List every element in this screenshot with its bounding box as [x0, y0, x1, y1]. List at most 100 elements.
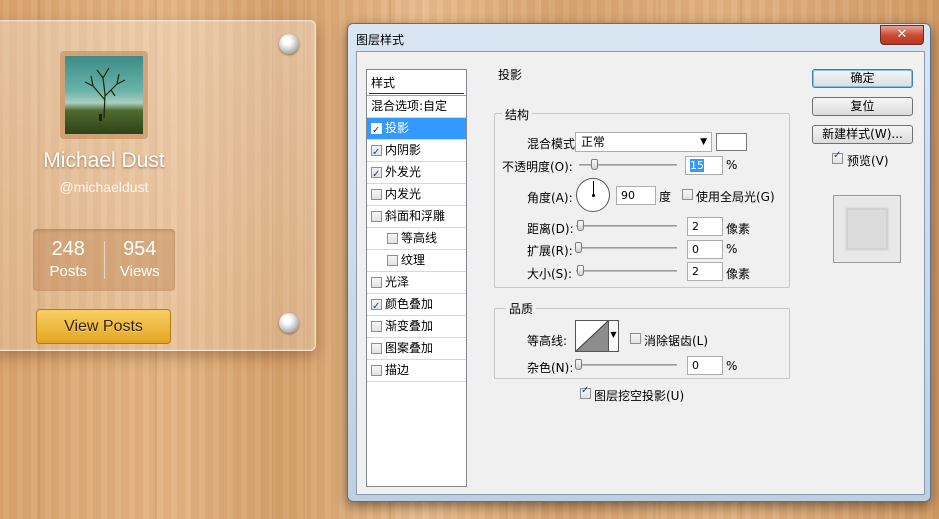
view-posts-button[interactable]: View Posts — [36, 309, 171, 344]
antialias-checkbox[interactable] — [630, 333, 641, 344]
style-item-checkbox[interactable] — [387, 255, 398, 266]
profile-handle: @michaeldust — [59, 179, 149, 195]
style-item-label: 描边 — [385, 363, 410, 377]
stats-box: 248 Posts 954 Views — [33, 229, 175, 291]
style-item-checkbox[interactable] — [371, 343, 382, 354]
size-slider-thumb[interactable] — [577, 265, 584, 276]
screw-icon — [279, 313, 299, 333]
posts-label: Posts — [49, 263, 87, 280]
noise-slider-thumb[interactable] — [575, 359, 582, 370]
angle-unit: 度 — [659, 190, 672, 204]
distance-label: 距离(D): — [527, 222, 574, 236]
tree-photo-image — [65, 56, 143, 134]
global-light-label: 使用全局光(G) — [696, 190, 775, 204]
style-item-6[interactable]: 纹理 — [367, 250, 466, 272]
noise-label: 杂色(N): — [527, 361, 574, 375]
stat-views: 954 Views — [105, 229, 176, 291]
style-item-checkbox[interactable] — [371, 164, 382, 185]
style-item-11[interactable]: 描边 — [367, 360, 466, 382]
spread-slider[interactable] — [575, 242, 677, 253]
opacity-unit: % — [726, 158, 738, 172]
antialias-label: 消除锯齿(L) — [644, 334, 709, 348]
size-slider[interactable] — [576, 265, 677, 276]
global-light-checkbox[interactable] — [682, 189, 693, 200]
style-item-3[interactable]: 内发光 — [367, 184, 466, 206]
distance-input[interactable]: 2 — [687, 217, 723, 236]
angle-dial[interactable] — [576, 178, 610, 212]
distance-slider[interactable] — [576, 220, 677, 231]
style-item-checkbox[interactable] — [371, 142, 382, 163]
contour-picker[interactable] — [575, 320, 609, 352]
opacity-input[interactable]: 15 — [685, 156, 723, 175]
shadow-color-swatch[interactable] — [716, 133, 747, 151]
style-item-checkbox[interactable] — [371, 321, 382, 332]
preview-swatch — [833, 195, 901, 263]
style-item-4[interactable]: 斜面和浮雕 — [367, 206, 466, 228]
style-item-label: 纹理 — [401, 253, 426, 267]
ok-button[interactable]: 确定 — [812, 69, 913, 88]
blend-mode-label: 混合模式: — [527, 137, 580, 151]
style-item-label: 等高线 — [401, 231, 438, 245]
style-item-checkbox[interactable] — [371, 296, 382, 317]
dialog-title: 图层样式 — [356, 33, 405, 47]
close-button[interactable]: ✕ — [880, 25, 924, 45]
style-item-9[interactable]: 渐变叠加 — [367, 316, 466, 338]
views-count: 954 — [123, 238, 157, 260]
profile-card: Michael Dust @michaeldust 248 Posts 954 … — [0, 20, 316, 351]
style-item-label: 内发光 — [385, 187, 422, 201]
quality-title: 品质 — [506, 300, 537, 317]
style-item-label: 光泽 — [385, 275, 410, 289]
style-item-7[interactable]: 光泽 — [367, 272, 466, 294]
spread-label: 扩展(R): — [527, 244, 573, 258]
style-item-checkbox[interactable] — [371, 120, 382, 141]
style-item-checkbox[interactable] — [371, 211, 382, 222]
spread-unit: % — [726, 242, 738, 256]
profile-name: Michael Dust — [43, 149, 165, 172]
posts-count: 248 — [51, 238, 85, 260]
size-label: 大小(S): — [527, 267, 573, 281]
new-style-button[interactable]: 新建样式(W)... — [812, 125, 913, 144]
dropdown-arrow-icon: ▼ — [700, 137, 707, 147]
spread-input[interactable]: 0 — [687, 240, 723, 259]
style-item-label: 图案叠加 — [385, 341, 434, 355]
reset-button[interactable]: 复位 — [812, 97, 913, 116]
style-item-checkbox[interactable] — [371, 189, 382, 200]
structure-title: 结构 — [502, 106, 533, 123]
contour-dropdown-arrow-icon[interactable]: ▼ — [609, 320, 619, 352]
blend-options-item[interactable]: 混合选项:自定 — [367, 96, 466, 118]
style-item-checkbox[interactable] — [371, 365, 382, 376]
style-item-2[interactable]: 外发光 — [367, 162, 466, 185]
style-item-label: 内阴影 — [385, 143, 422, 157]
angle-input[interactable]: 90 — [616, 186, 656, 205]
style-item-label: 投影 — [385, 121, 410, 135]
style-item-8[interactable]: 颜色叠加 — [367, 294, 466, 317]
styles-list: 样式 混合选项:自定 投影内阴影外发光内发光斜面和浮雕等高线纹理光泽颜色叠加渐变… — [366, 69, 467, 487]
noise-input[interactable]: 0 — [687, 356, 723, 375]
style-item-5[interactable]: 等高线 — [367, 228, 466, 250]
style-item-label: 渐变叠加 — [385, 319, 434, 333]
preview-checkbox[interactable] — [832, 150, 843, 164]
blend-mode-select[interactable]: 正常 ▼ — [575, 132, 712, 152]
style-item-checkbox[interactable] — [371, 277, 382, 288]
knockout-checkbox[interactable] — [580, 385, 591, 399]
contour-preview-icon — [576, 321, 608, 351]
knockout-label: 图层挖空投影(U) — [594, 389, 685, 403]
style-item-label: 外发光 — [385, 165, 422, 179]
size-input[interactable]: 2 — [687, 262, 723, 281]
opacity-slider-thumb[interactable] — [590, 159, 598, 170]
style-item-checkbox[interactable] — [387, 233, 398, 244]
style-item-label: 斜面和浮雕 — [385, 209, 446, 223]
style-item-1[interactable]: 内阴影 — [367, 140, 466, 163]
style-item-10[interactable]: 图案叠加 — [367, 338, 466, 360]
opacity-slider[interactable] — [579, 159, 677, 170]
size-unit: 像素 — [726, 267, 751, 281]
spread-slider-thumb[interactable] — [575, 242, 582, 253]
contour-label: 等高线: — [527, 334, 568, 348]
views-label: Views — [119, 263, 160, 280]
distance-slider-thumb[interactable] — [577, 220, 584, 231]
preview-label: 预览(V) — [847, 154, 889, 168]
style-item-label: 颜色叠加 — [385, 297, 434, 311]
noise-slider[interactable] — [575, 359, 677, 370]
section-title: 投影 — [498, 68, 523, 82]
style-item-0[interactable]: 投影 — [367, 118, 466, 141]
